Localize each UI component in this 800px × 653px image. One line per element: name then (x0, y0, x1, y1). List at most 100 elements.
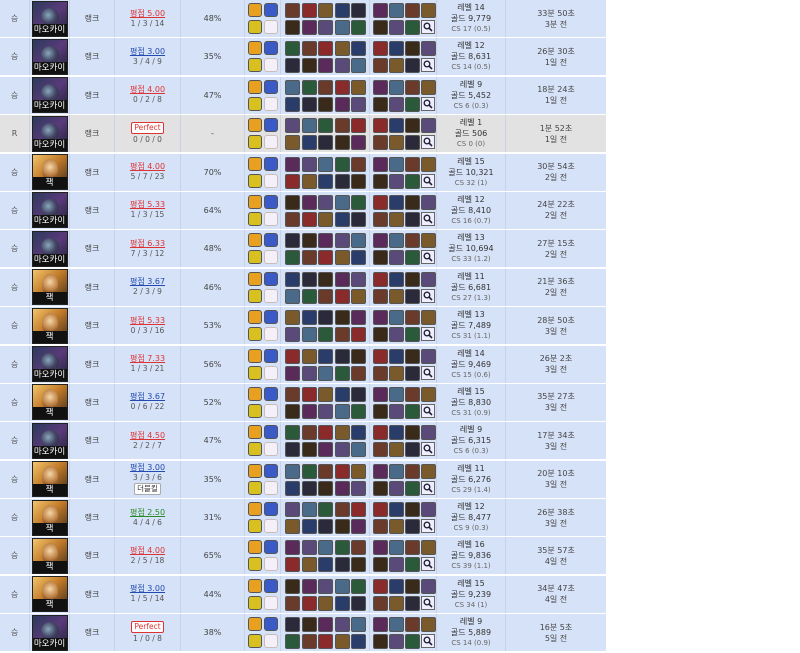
item-icon[interactable] (389, 233, 404, 249)
match-row[interactable]: 승 마오카이 랭크 평점 4.00 0 / 2 / 8 47% 레벨 9 골드 5,452 CS… (0, 76, 606, 114)
teammate-champion-icon[interactable] (351, 156, 366, 172)
teammate-champion-icon[interactable] (301, 327, 317, 343)
kda-average[interactable]: 평점 4.00 (130, 85, 165, 95)
item-icon[interactable] (405, 310, 420, 326)
item-icon[interactable] (373, 135, 388, 151)
teammate-champion-icon[interactable] (285, 557, 300, 573)
teammate-champion-icon[interactable] (351, 403, 366, 419)
teammate-champion-icon[interactable] (285, 96, 300, 112)
kda-average[interactable]: 평점 5.00 (130, 9, 165, 19)
item-icon[interactable] (405, 118, 420, 134)
item-icon[interactable] (373, 173, 388, 189)
teammate-champion-icon[interactable] (334, 425, 350, 441)
teammate-champion-icon[interactable] (351, 463, 366, 479)
match-row[interactable]: 승 잭 랭크 평점 3.00 3 / 3 / 6 더블킬 35% 레벨 11 골드 6,276 C… (0, 460, 606, 498)
teammate-champion-icon[interactable] (351, 41, 366, 57)
item-icon[interactable] (421, 3, 436, 18)
item-icon[interactable] (405, 79, 420, 95)
match-row[interactable]: 승 잭 랭크 평점 2.50 4 / 4 / 6 31% 레벨 12 골드 8,477 CS 9… (0, 499, 606, 537)
item-icon[interactable] (405, 41, 420, 57)
match-row[interactable]: 승 잭 랭크 평점 3.67 0 / 6 / 22 52% 레벨 15 골드 8,830 CS … (0, 383, 606, 421)
teammate-champion-icon[interactable] (334, 58, 350, 74)
item-icon[interactable] (373, 519, 388, 535)
teammate-champion-icon[interactable] (318, 403, 333, 419)
teammate-champion-icon[interactable] (301, 578, 317, 594)
teammate-champion-icon[interactable] (285, 271, 300, 287)
item-icon[interactable] (373, 3, 388, 18)
item-icon[interactable] (373, 578, 388, 594)
teammate-champion-icon[interactable] (301, 250, 317, 266)
teammate-champion-icon[interactable] (334, 348, 350, 364)
item-icon[interactable] (373, 386, 388, 402)
item-icon[interactable] (389, 288, 404, 304)
teammate-champion-icon[interactable] (301, 288, 317, 304)
item-icon[interactable] (373, 540, 388, 556)
teammate-champion-icon[interactable] (301, 386, 317, 402)
champion-portrait[interactable]: 마오카이 (31, 0, 68, 37)
item-icon[interactable] (373, 442, 388, 458)
item-icon[interactable] (373, 327, 388, 343)
teammate-champion-icon[interactable] (334, 327, 350, 343)
item-icon[interactable] (373, 403, 388, 419)
teammate-champion-icon[interactable] (301, 502, 317, 518)
teammate-champion-icon[interactable] (285, 540, 300, 556)
item-icon[interactable] (389, 365, 404, 381)
item-icon[interactable] (373, 502, 388, 518)
teammate-champion-icon[interactable] (334, 288, 350, 304)
teammate-champion-icon[interactable] (301, 79, 317, 95)
item-icon[interactable] (389, 540, 404, 556)
item-icon[interactable] (421, 118, 436, 134)
match-row[interactable]: 승 마오카이 랭크 Perfect 1 / 0 / 8 38% 레벨 9 골드 5,889 CS… (0, 614, 606, 652)
search-icon[interactable] (421, 20, 435, 34)
teammate-champion-icon[interactable] (351, 288, 366, 304)
teammate-champion-icon[interactable] (285, 288, 300, 304)
teammate-champion-icon[interactable] (301, 211, 317, 227)
item-icon[interactable] (373, 20, 388, 35)
teammate-champion-icon[interactable] (285, 348, 300, 364)
item-icon[interactable] (389, 442, 404, 458)
teammate-champion-icon[interactable] (301, 118, 317, 134)
item-icon[interactable] (405, 425, 420, 441)
item-icon[interactable] (421, 463, 436, 479)
teammate-champion-icon[interactable] (334, 595, 350, 611)
champion-portrait[interactable]: 마오카이 (31, 115, 68, 152)
teammate-champion-icon[interactable] (334, 271, 350, 287)
teammate-champion-icon[interactable] (334, 578, 350, 594)
teammate-champion-icon[interactable] (285, 425, 300, 441)
teammate-champion-icon[interactable] (334, 118, 350, 134)
match-row[interactable]: 승 마오카이 랭크 평점 5.33 1 / 3 / 15 64% 레벨 12 골드 8,410… (0, 191, 606, 229)
teammate-champion-icon[interactable] (285, 403, 300, 419)
teammate-champion-icon[interactable] (301, 20, 317, 35)
teammate-champion-icon[interactable] (334, 403, 350, 419)
teammate-champion-icon[interactable] (318, 79, 333, 95)
item-icon[interactable] (389, 250, 404, 266)
match-row[interactable]: 승 마오카이 랭크 평점 5.00 1 / 3 / 14 48% 레벨 14 골드 9,779… (0, 0, 606, 37)
teammate-champion-icon[interactable] (285, 41, 300, 57)
teammate-champion-icon[interactable] (285, 442, 300, 458)
teammate-champion-icon[interactable] (351, 519, 366, 535)
teammate-champion-icon[interactable] (301, 540, 317, 556)
teammate-champion-icon[interactable] (351, 271, 366, 287)
teammate-champion-icon[interactable] (351, 79, 366, 95)
teammate-champion-icon[interactable] (285, 617, 300, 633)
item-icon[interactable] (405, 156, 420, 172)
match-row[interactable]: 승 잭 랭크 평점 5.33 0 / 3 / 16 53% 레벨 13 골드 7,489 CS … (0, 307, 606, 345)
item-icon[interactable] (405, 288, 420, 304)
item-icon[interactable] (373, 250, 388, 266)
teammate-champion-icon[interactable] (301, 403, 317, 419)
teammate-champion-icon[interactable] (285, 386, 300, 402)
search-icon[interactable] (421, 211, 435, 226)
teammate-champion-icon[interactable] (318, 310, 333, 326)
teammate-champion-icon[interactable] (351, 348, 366, 364)
item-icon[interactable] (405, 442, 420, 458)
item-icon[interactable] (389, 58, 404, 74)
champion-portrait[interactable]: 잭 (31, 576, 68, 613)
match-row[interactable]: 승 잭 랭크 평점 4.00 2 / 5 / 18 65% 레벨 16 골드 9,836 CS … (0, 537, 606, 575)
search-icon[interactable] (421, 173, 435, 188)
kda-average[interactable]: 평점 5.33 (130, 316, 165, 326)
teammate-champion-icon[interactable] (318, 271, 333, 287)
teammate-champion-icon[interactable] (301, 595, 317, 611)
teammate-champion-icon[interactable] (285, 194, 300, 210)
teammate-champion-icon[interactable] (334, 617, 350, 633)
teammate-champion-icon[interactable] (301, 348, 317, 364)
